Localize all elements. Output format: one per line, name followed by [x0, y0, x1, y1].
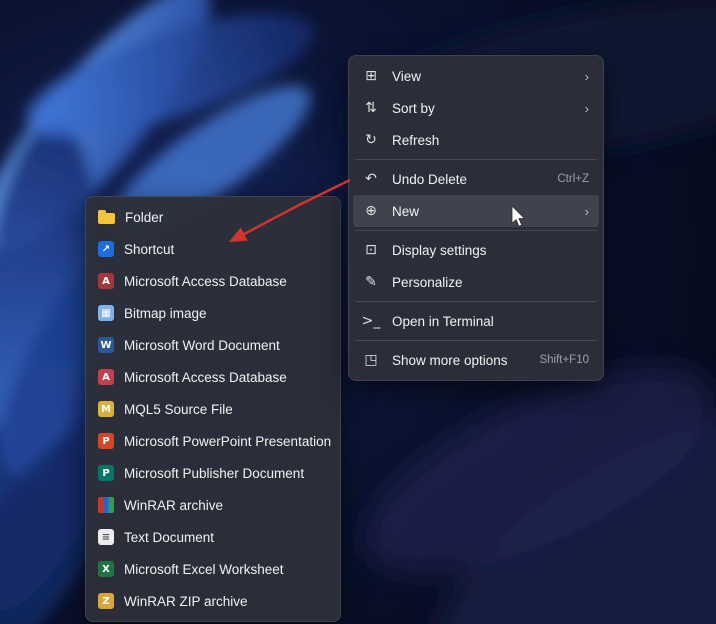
menu-item-display-settings[interactable]: ⊡ Display settings [353, 234, 599, 266]
menu-item-label: New [392, 204, 577, 219]
winrar-archive-icon [98, 497, 114, 513]
menu-item-label: Microsoft Access Database [124, 274, 326, 289]
keyboard-shortcut: Shift+F10 [539, 354, 589, 366]
menu-item-label: Microsoft PowerPoint Presentation [124, 434, 331, 449]
shortcut-icon: ↗ [98, 241, 114, 257]
personalize-icon: ✎ [361, 275, 381, 289]
view-icon: ⊞ [361, 69, 381, 83]
publisher-icon: P [98, 465, 114, 481]
word-document-icon: W [98, 337, 114, 353]
menu-item-label: Microsoft Access Database [124, 370, 326, 385]
display-settings-icon: ⊡ [361, 243, 381, 257]
menu-item-label: Show more options [392, 353, 531, 368]
menu-item-undo-delete[interactable]: ↶ Undo Delete Ctrl+Z [353, 163, 599, 195]
menu-item-shortcut[interactable]: ↗ Shortcut [90, 233, 336, 265]
keyboard-shortcut: Ctrl+Z [557, 173, 589, 185]
winrar-zip-archive-icon: Z [98, 593, 114, 609]
menu-item-microsoft-access-database[interactable]: A Microsoft Access Database [90, 361, 336, 393]
menu-item-label: View [392, 69, 577, 84]
menu-item-new[interactable]: ⊕ New › [353, 195, 599, 227]
menu-item-label: Microsoft Word Document [124, 338, 326, 353]
menu-item-sort-by[interactable]: ⇅ Sort by › [353, 92, 599, 124]
menu-item-label: Open in Terminal [392, 314, 589, 329]
excel-worksheet-icon: X [98, 561, 114, 577]
refresh-icon: ↻ [361, 133, 381, 147]
menu-item-label: WinRAR archive [124, 498, 326, 513]
menu-item-label: Shortcut [124, 242, 326, 257]
menu-item-text-document[interactable]: ≡ Text Document [90, 521, 336, 553]
show-more-options-icon: ◳ [361, 353, 381, 367]
text-document-icon: ≡ [98, 529, 114, 545]
bitmap-image-icon: ▦ [98, 305, 114, 321]
menu-item-label: MQL5 Source File [124, 402, 326, 417]
menu-item-label: WinRAR ZIP archive [124, 594, 326, 609]
menu-item-label: Personalize [392, 275, 589, 290]
menu-item-show-more-options[interactable]: ◳ Show more options Shift+F10 [353, 344, 599, 376]
menu-item-folder[interactable]: Folder [90, 201, 336, 233]
menu-item-personalize[interactable]: ✎ Personalize [353, 266, 599, 298]
menu-separator [355, 301, 597, 302]
menu-item-winrar-zip-archive[interactable]: Z WinRAR ZIP archive [90, 585, 336, 617]
access-database-icon: A [98, 273, 114, 289]
menu-item-label: Refresh [392, 133, 589, 148]
new-icon: ⊕ [361, 204, 381, 218]
mql5-source-file-icon: M [98, 401, 114, 417]
menu-item-label: Text Document [124, 530, 326, 545]
menu-item-open-in-terminal[interactable]: >_ Open in Terminal [353, 305, 599, 337]
chevron-right-icon: › [585, 101, 589, 116]
menu-item-label: Sort by [392, 101, 577, 116]
menu-item-microsoft-access-database[interactable]: A Microsoft Access Database [90, 265, 336, 297]
menu-item-label: Folder [125, 210, 326, 225]
menu-item-view[interactable]: ⊞ View › [353, 60, 599, 92]
undo-icon: ↶ [361, 172, 381, 186]
menu-item-bitmap-image[interactable]: ▦ Bitmap image [90, 297, 336, 329]
menu-item-microsoft-word-document[interactable]: W Microsoft Word Document [90, 329, 336, 361]
new-submenu: Folder ↗ Shortcut A Microsoft Access Databas… [85, 196, 341, 622]
menu-item-label: Microsoft Publisher Document [124, 466, 326, 481]
folder-icon [98, 213, 115, 224]
chevron-right-icon: › [585, 204, 589, 219]
menu-separator [355, 230, 597, 231]
terminal-icon: >_ [361, 314, 381, 328]
menu-item-winrar-archive[interactable]: WinRAR archive [90, 489, 336, 521]
menu-item-microsoft-publisher-document[interactable]: P Microsoft Publisher Document [90, 457, 336, 489]
desktop-context-menu: ⊞ View › ⇅ Sort by › ↻ Refresh ↶ Undo Delete Ctrl+… [348, 55, 604, 381]
menu-item-microsoft-excel-worksheet[interactable]: X Microsoft Excel Worksheet [90, 553, 336, 585]
menu-item-refresh[interactable]: ↻ Refresh [353, 124, 599, 156]
menu-item-mql5-source-file[interactable]: M MQL5 Source File [90, 393, 336, 425]
menu-item-label: Undo Delete [392, 172, 549, 187]
menu-item-label: Display settings [392, 243, 589, 258]
access-database-icon: A [98, 369, 114, 385]
menu-separator [355, 340, 597, 341]
menu-item-microsoft-powerpoint-presentation[interactable]: P Microsoft PowerPoint Presentation [90, 425, 336, 457]
menu-separator [355, 159, 597, 160]
menu-item-label: Microsoft Excel Worksheet [124, 562, 326, 577]
menu-item-label: Bitmap image [124, 306, 326, 321]
sort-by-icon: ⇅ [361, 101, 381, 115]
powerpoint-icon: P [98, 433, 114, 449]
chevron-right-icon: › [585, 69, 589, 84]
